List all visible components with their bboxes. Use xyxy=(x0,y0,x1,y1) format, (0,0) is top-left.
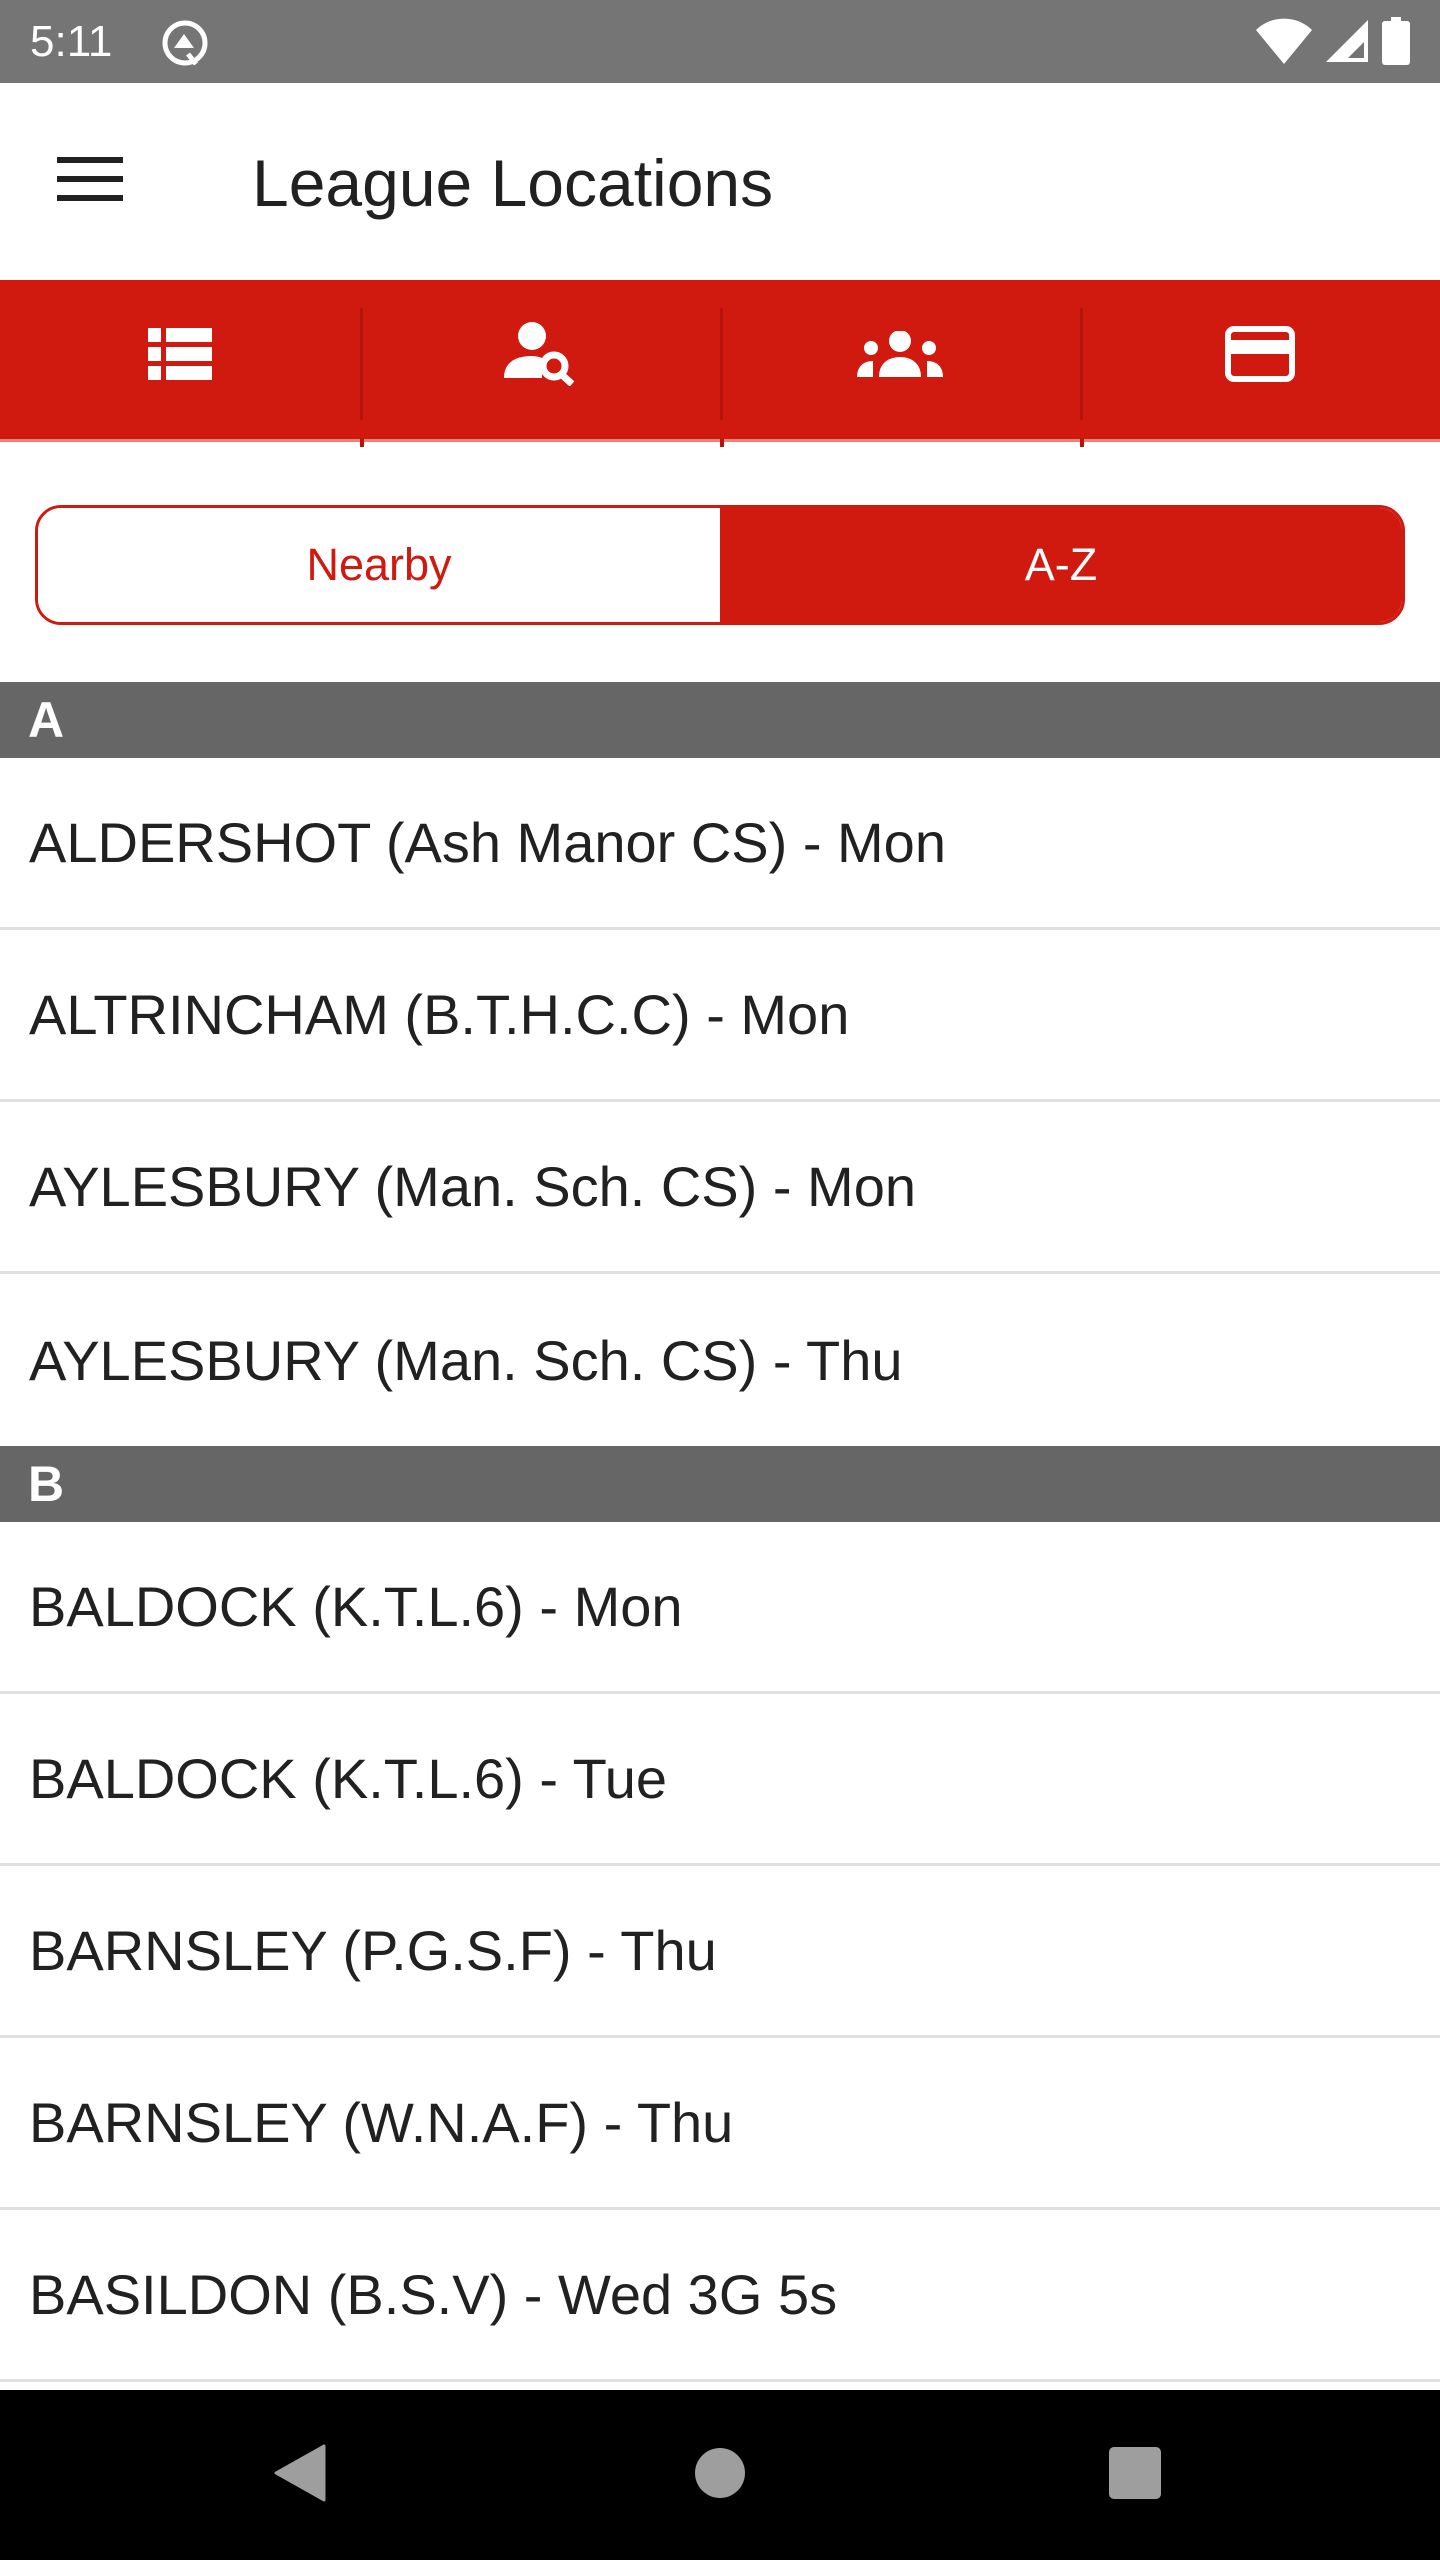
list-item[interactable]: BALDOCK (K.T.L.6) - Mon xyxy=(0,1522,1440,1694)
list-icon xyxy=(148,328,212,385)
list-item[interactable]: ALDERSHOT (Ash Manor CS) - Mon xyxy=(0,758,1440,930)
list-item[interactable]: BALDOCK (K.T.L.6) - Tue xyxy=(0,1694,1440,1866)
recents-button[interactable] xyxy=(1055,2390,1215,2560)
home-button[interactable] xyxy=(640,2390,800,2560)
credit-card-icon xyxy=(1225,326,1295,387)
status-icons xyxy=(1256,16,1410,70)
list-item[interactable]: AYLESBURY (Man. Sch. CS) - Thu xyxy=(0,1274,1440,1446)
system-nav-bar xyxy=(0,2390,1440,2560)
page-title: League Locations xyxy=(252,146,774,220)
list-item[interactable]: BARNSLEY (W.N.A.F) - Thu xyxy=(0,2038,1440,2210)
tab-locations-list[interactable] xyxy=(0,280,360,439)
app-header: League Locations xyxy=(0,83,1440,280)
section-header-b: B xyxy=(0,1446,1440,1522)
recents-icon xyxy=(1108,2446,1162,2505)
back-button[interactable] xyxy=(220,2390,380,2560)
a-z-segment[interactable]: A-Z xyxy=(720,508,1402,622)
list-item[interactable]: BARNSLEY (P.G.S.F) - Thu xyxy=(0,1866,1440,2038)
home-icon xyxy=(694,2447,746,2504)
battery-icon xyxy=(1382,16,1410,70)
tab-payments[interactable] xyxy=(1080,280,1440,447)
sort-segmented-control: Nearby A-Z xyxy=(35,505,1405,625)
menu-button[interactable] xyxy=(40,131,140,231)
list-item[interactable]: AYLESBURY (Man. Sch. CS) - Mon xyxy=(0,1102,1440,1274)
nearby-segment[interactable]: Nearby xyxy=(38,508,720,622)
list-item[interactable]: BASILDON (B.S.V) - Wed 3G 5s xyxy=(0,2210,1440,2382)
list-item[interactable]: ALTRINCHAM (B.T.H.C.C) - Mon xyxy=(0,930,1440,1102)
icon-tab-bar xyxy=(0,280,1440,447)
tab-find-player[interactable] xyxy=(360,280,720,447)
status-bar: 5:11 xyxy=(0,0,1440,83)
group-icon xyxy=(857,330,943,382)
section-header-a: A xyxy=(0,682,1440,758)
tab-divider-tick xyxy=(720,439,724,447)
person-search-icon xyxy=(504,322,576,391)
status-time: 5:11 xyxy=(30,17,113,66)
tab-divider-tick xyxy=(1080,439,1084,447)
wifi-icon xyxy=(1256,18,1312,69)
location-list: A ALDERSHOT (Ash Manor CS) - Mon ALTRINC… xyxy=(0,682,1440,2382)
app-notification-icon xyxy=(160,18,210,68)
hamburger-menu-icon xyxy=(57,154,123,209)
cellular-signal-icon xyxy=(1324,18,1370,69)
back-icon xyxy=(274,2444,326,2507)
tab-teams[interactable] xyxy=(720,280,1080,447)
tab-divider-tick xyxy=(360,439,364,447)
